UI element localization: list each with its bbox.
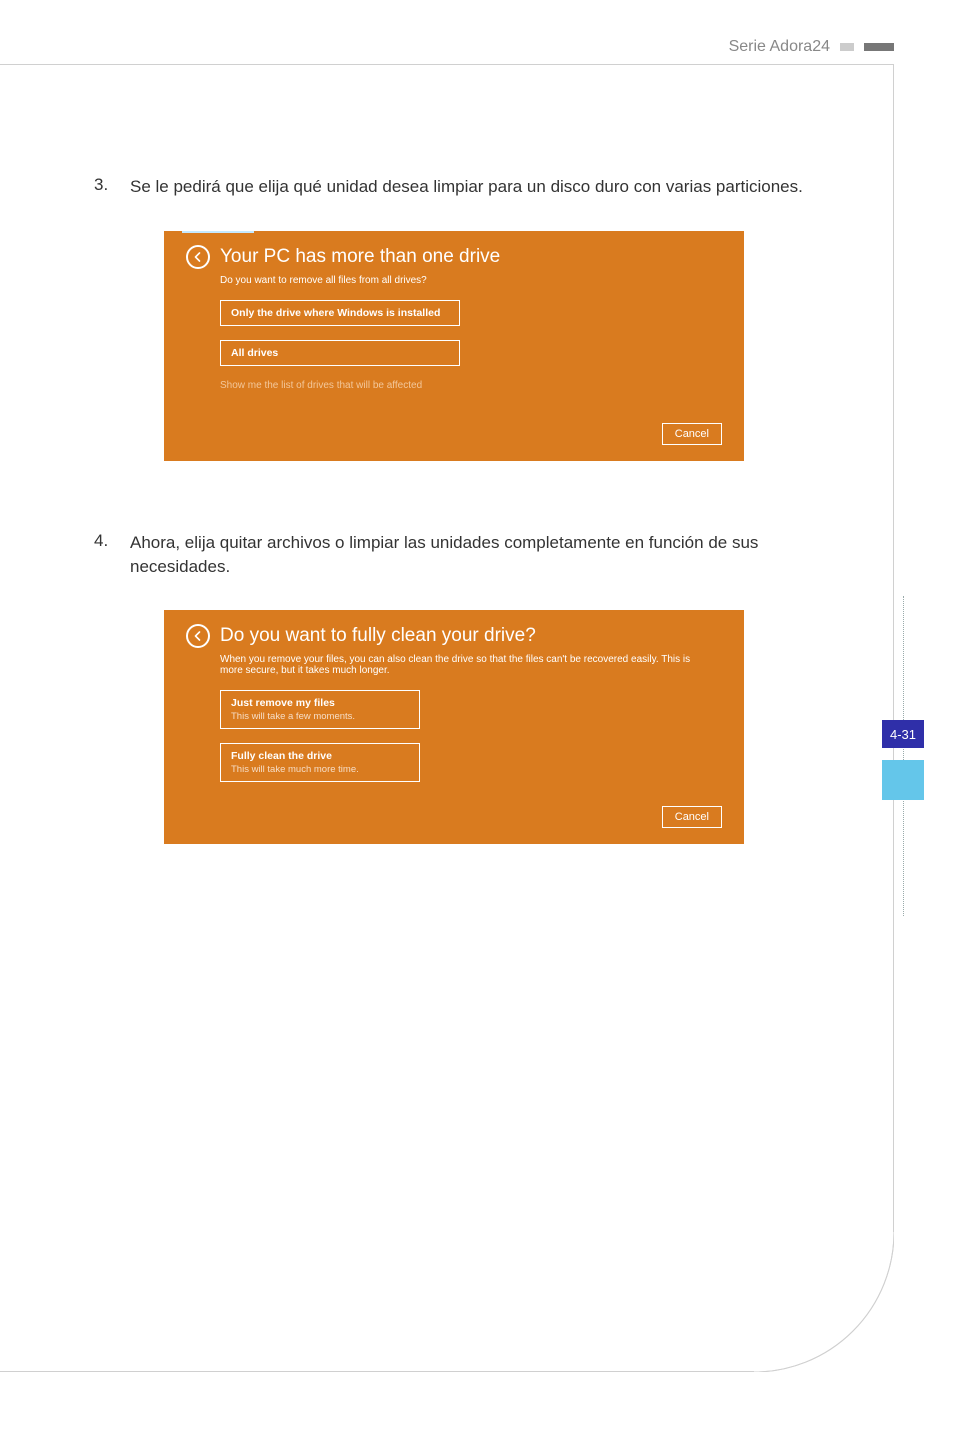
section-tab	[882, 760, 924, 800]
page-corner-curve	[754, 1232, 894, 1372]
dialog-title: Do you want to fully clean your drive?	[220, 625, 536, 647]
dialog-title-row: Your PC has more than one drive	[186, 245, 722, 269]
show-drives-link[interactable]: Show me the list of drives that will be …	[220, 380, 722, 391]
step-3: 3. Se le pedirá que elija qué unidad des…	[94, 175, 814, 199]
option-just-remove-files[interactable]: Just remove my files This will take a fe…	[220, 690, 420, 729]
dialog-spacer	[186, 391, 722, 443]
screenshot-2: Do you want to fully clean your drive? W…	[164, 610, 814, 844]
page: Serie Adora24 4-31 3. Se le pedirá que e…	[0, 0, 954, 1432]
option-title: Just remove my files	[231, 697, 409, 709]
step-text: Se le pedirá que elija qué unidad desea …	[130, 175, 803, 199]
right-border	[893, 64, 894, 1232]
dialog-fully-clean-drive: Do you want to fully clean your drive? W…	[164, 610, 744, 844]
cancel-button[interactable]: Cancel	[662, 423, 722, 445]
back-arrow-icon[interactable]	[186, 245, 210, 269]
dialog-title-row: Do you want to fully clean your drive?	[186, 624, 722, 648]
dialog-title: Your PC has more than one drive	[220, 246, 500, 268]
header-underline	[0, 64, 894, 65]
option-subtext: This will take much more time.	[231, 764, 409, 775]
dialog-body: When you remove your files, you can also…	[220, 654, 722, 782]
step-number: 3.	[94, 175, 130, 199]
page-number-tab: 4-31	[882, 720, 924, 748]
step-number: 4.	[94, 531, 130, 579]
series-label: Serie Adora24	[729, 38, 830, 56]
dialog-subtitle: Do you want to remove all files from all…	[220, 275, 722, 286]
option-all-drives[interactable]: All drives	[220, 340, 460, 366]
option-subtext: This will take a few moments.	[231, 711, 409, 722]
step-4: 4. Ahora, elija quitar archivos o limpia…	[94, 531, 814, 579]
page-number: 4-31	[890, 727, 916, 742]
screenshot-1: Your PC has more than one drive Do you w…	[164, 231, 814, 461]
option-title: All drives	[231, 347, 449, 359]
header-bar-light	[840, 43, 854, 51]
header-bar-dark	[864, 43, 894, 51]
option-fully-clean-drive[interactable]: Fully clean the drive This will take muc…	[220, 743, 420, 782]
option-title: Fully clean the drive	[231, 750, 409, 762]
back-arrow-icon[interactable]	[186, 624, 210, 648]
page-content: 3. Se le pedirá que elija qué unidad des…	[94, 175, 814, 914]
cancel-button[interactable]: Cancel	[662, 806, 722, 828]
option-only-windows-drive[interactable]: Only the drive where Windows is installe…	[220, 300, 460, 326]
option-title: Only the drive where Windows is installe…	[231, 307, 449, 319]
dialog-more-than-one-drive: Your PC has more than one drive Do you w…	[164, 231, 744, 461]
dialog-subtitle: When you remove your files, you can also…	[220, 654, 710, 676]
dialog-body: Do you want to remove all files from all…	[220, 275, 722, 391]
step-text: Ahora, elija quitar archivos o limpiar l…	[130, 531, 814, 579]
header-right: Serie Adora24	[729, 38, 894, 56]
side-dotted-line	[903, 596, 904, 916]
dialog-spacer	[186, 782, 722, 822]
title-accent-bar	[182, 231, 254, 233]
bottom-border	[0, 1371, 754, 1372]
